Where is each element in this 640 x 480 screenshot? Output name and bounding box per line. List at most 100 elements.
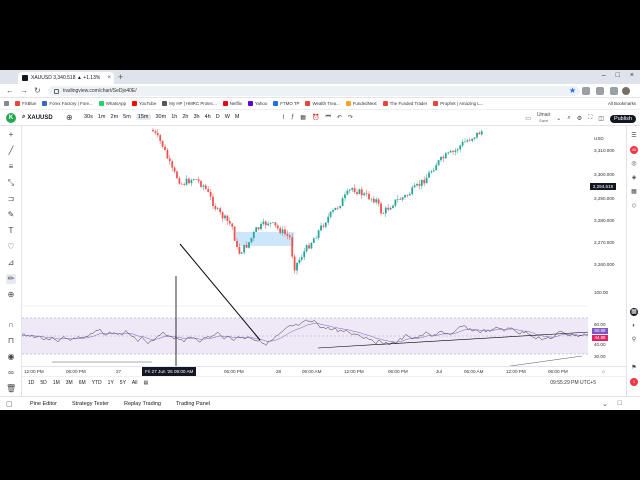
maximize-icon[interactable]: □ (616, 72, 620, 79)
indicators-icon[interactable]: ƒ (291, 114, 294, 121)
currency-label[interactable]: USD (594, 136, 604, 141)
text-icon[interactable]: T (6, 226, 16, 236)
pattern-icon[interactable]: ⤡ (6, 178, 16, 188)
link-icon[interactable]: ∞ (6, 368, 16, 378)
layout-toggle-icon[interactable]: ▭ (525, 115, 531, 122)
alert-icon[interactable]: ⏰ (312, 114, 319, 121)
bookmark-item[interactable]: Wealth Trea... (305, 101, 340, 106)
extensions-puzzle-icon[interactable] (610, 87, 618, 95)
chart-type-icon[interactable]: ⌇ (282, 114, 285, 121)
bookmark-item[interactable]: FXBlue (15, 101, 36, 106)
range-button[interactable]: 1Y (108, 380, 114, 386)
time-axis[interactable]: 12:00 PM 06:00 PM 27 Fri 27 Jun '25 09:0… (22, 366, 626, 376)
timezone-clock[interactable]: 09:55:29 PM UTC+5 (550, 380, 596, 386)
bookmark-item[interactable]: Yahoo (247, 101, 267, 106)
range-button[interactable]: YTD (92, 380, 102, 386)
back-icon[interactable]: ← (6, 86, 14, 96)
eye-icon[interactable]: ◉ (6, 352, 16, 362)
site-info-icon[interactable] (54, 88, 59, 94)
timeframe-option-active[interactable]: 15m (135, 114, 151, 120)
layers-icon[interactable]: ◈ (630, 174, 638, 182)
news-icon[interactable]: ◎ (630, 160, 638, 168)
timeframe-option[interactable]: 3h (193, 114, 199, 120)
redo-icon[interactable]: ↷ (348, 114, 353, 121)
extension-icon[interactable] (596, 87, 604, 95)
ideas-icon[interactable]: ◇ (630, 202, 638, 210)
layout-name-button[interactable]: Umair Save (537, 113, 550, 124)
search-icon[interactable]: ⌕ (567, 115, 570, 122)
tab-strategy-tester[interactable]: Strategy Tester (72, 401, 109, 407)
reload-icon[interactable]: ↻ (34, 86, 41, 96)
bookmark-item[interactable]: FundedNext (345, 101, 377, 106)
range-button[interactable]: All (132, 380, 138, 386)
timeframe-option[interactable]: 30m (156, 114, 167, 120)
minimize-icon[interactable]: – (602, 72, 606, 79)
zoom-in-icon[interactable]: ⊕ (6, 290, 16, 300)
help-badge-icon[interactable]: 1 (630, 378, 638, 386)
bookmark-item[interactable]: Prophet | Amazing L... (433, 101, 483, 106)
fib-retracement-icon[interactable]: ≡ (6, 162, 16, 172)
bookmark-item[interactable]: Forex Factory | Fore... (42, 101, 93, 106)
calendar-icon[interactable]: ▦ (630, 188, 638, 196)
undo-icon[interactable]: ↶ (337, 114, 342, 121)
panel-menu-icon[interactable]: ▢ (6, 400, 13, 408)
price-chart[interactable]: 17 (22, 126, 588, 366)
price-axis[interactable]: USD 3,310.000 3,300.000 3,294.519 3,290.… (588, 126, 626, 366)
magnet-icon[interactable]: ∩ (6, 320, 16, 330)
tab-pine-editor[interactable]: Pine Editor (30, 401, 57, 407)
url-input[interactable]: tradingview.com/chart/SeDjo40E/ (48, 86, 580, 96)
browser-tab[interactable]: XAUUSD 3,340.518 ▲ +1.13% × (18, 72, 114, 84)
trash-icon[interactable]: 🗑 (6, 384, 16, 394)
bookmark-item[interactable]: FTMO TP (273, 101, 299, 106)
bookmark-item[interactable]: WhatsApp (98, 101, 126, 106)
hotlist-icon[interactable]: ⚲ (630, 336, 638, 344)
layout-grid-icon[interactable]: ▦ (300, 114, 306, 121)
range-button[interactable]: 3M (66, 380, 73, 386)
forward-icon[interactable]: → (20, 86, 28, 96)
gear-icon[interactable]: ⚙ (577, 115, 582, 122)
close-tab-icon[interactable]: × (107, 75, 111, 81)
timeframe-option[interactable]: 5m (123, 114, 131, 120)
close-window-icon[interactable]: × (630, 72, 634, 79)
highlight-zone[interactable] (236, 232, 294, 246)
add-symbol-icon[interactable]: ⊕ (66, 113, 73, 122)
bookmark-item[interactable]: YouTube (132, 101, 156, 106)
heart-icon[interactable]: ♡ (6, 242, 16, 252)
fullscreen-icon[interactable]: ⛶ (588, 115, 592, 122)
chevron-down-icon[interactable]: ⌄ (602, 400, 608, 408)
dom-icon[interactable]: ◐ (630, 322, 638, 330)
lock-icon[interactable]: ⊓ (6, 336, 16, 346)
apps-icon[interactable] (4, 101, 9, 106)
range-button[interactable]: 5D (40, 380, 46, 386)
tab-replay-trading[interactable]: Replay Trading (124, 401, 161, 407)
tab-trading-panel[interactable]: Trading Panel (176, 401, 210, 407)
measure-icon[interactable]: ⊿ (6, 258, 16, 268)
crosshair-icon[interactable]: + (6, 130, 16, 140)
all-bookmarks-link[interactable]: All Bookmarks (608, 101, 636, 106)
symbol-search-button[interactable]: ⌕ XAUUSD (22, 114, 53, 121)
replay-icon[interactable]: ⏮ (325, 114, 330, 121)
watchlist-icon[interactable]: ☰ (630, 132, 638, 140)
timeframe-option[interactable]: D (216, 114, 220, 120)
chevron-down-icon[interactable]: ⌄ (556, 115, 561, 122)
go-to-date-icon[interactable]: ⌂ (602, 369, 605, 374)
timeframe-option[interactable]: 30s (84, 114, 93, 120)
timeframe-option[interactable]: 2m (111, 114, 119, 120)
profile-avatar[interactable] (622, 87, 630, 95)
publish-button[interactable]: Publish (609, 114, 636, 123)
range-button[interactable]: 6M (79, 380, 86, 386)
alerts-badge-icon[interactable]: 40 (630, 146, 638, 154)
trend-line-icon[interactable]: ╱ (6, 146, 16, 156)
range-button[interactable]: 1M (53, 380, 60, 386)
timeframe-option[interactable]: 1m (98, 114, 106, 120)
user-avatar[interactable]: K (6, 113, 16, 123)
range-button[interactable]: 5Y (120, 380, 126, 386)
maximize-panel-icon[interactable]: □ (618, 400, 622, 407)
new-tab-button[interactable]: + (118, 72, 123, 82)
range-button[interactable]: 1D (28, 380, 34, 386)
bookmark-item[interactable]: My HP | HMRC Protec... (162, 101, 217, 106)
pencil-icon[interactable]: ✏ (6, 274, 16, 284)
timeframe-option[interactable]: 1h (171, 114, 177, 120)
calendar-icon[interactable]: ▤ (143, 380, 148, 386)
object-tree-icon[interactable]: ▦ (630, 308, 638, 316)
